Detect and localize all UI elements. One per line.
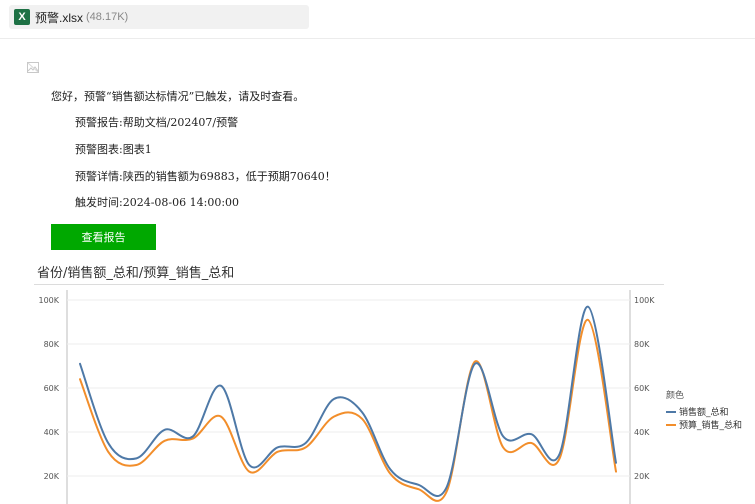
y-tick-label-left: 20K <box>44 472 60 481</box>
y-tick-label-right: 100K <box>634 296 655 305</box>
line-chart: 20K 20K 40K 40K 60K 60K 80K 80K 100K 100K <box>38 290 655 504</box>
legend-label-budget: 预算_销售_总和 <box>679 421 743 431</box>
y-tick-label-left: 40K <box>44 428 60 437</box>
legend-label-sales: 销售额_总和 <box>679 408 729 418</box>
y-tick-label-right: 20K <box>634 472 650 481</box>
legend-item-sales[interactable]: 销售额_总和 <box>666 405 742 418</box>
y-tick-label-right: 40K <box>634 428 650 437</box>
y-tick-label-left: 80K <box>44 340 60 349</box>
legend-swatch-sales <box>666 410 676 413</box>
legend-item-budget[interactable]: 预算_销售_总和 <box>666 418 742 431</box>
series-line-budget <box>79 318 617 502</box>
y-tick-label-right: 60K <box>634 384 650 393</box>
series-line-sales <box>79 305 617 497</box>
y-tick-label-left: 60K <box>44 384 60 393</box>
y-tick-label-right: 80K <box>634 340 650 349</box>
legend-title: 颜色 <box>666 391 685 401</box>
chart-legend: 颜色 销售额_总和 预算_销售_总和 <box>666 388 742 431</box>
y-tick-label-left: 100K <box>38 296 59 305</box>
legend-swatch-budget <box>666 423 676 426</box>
